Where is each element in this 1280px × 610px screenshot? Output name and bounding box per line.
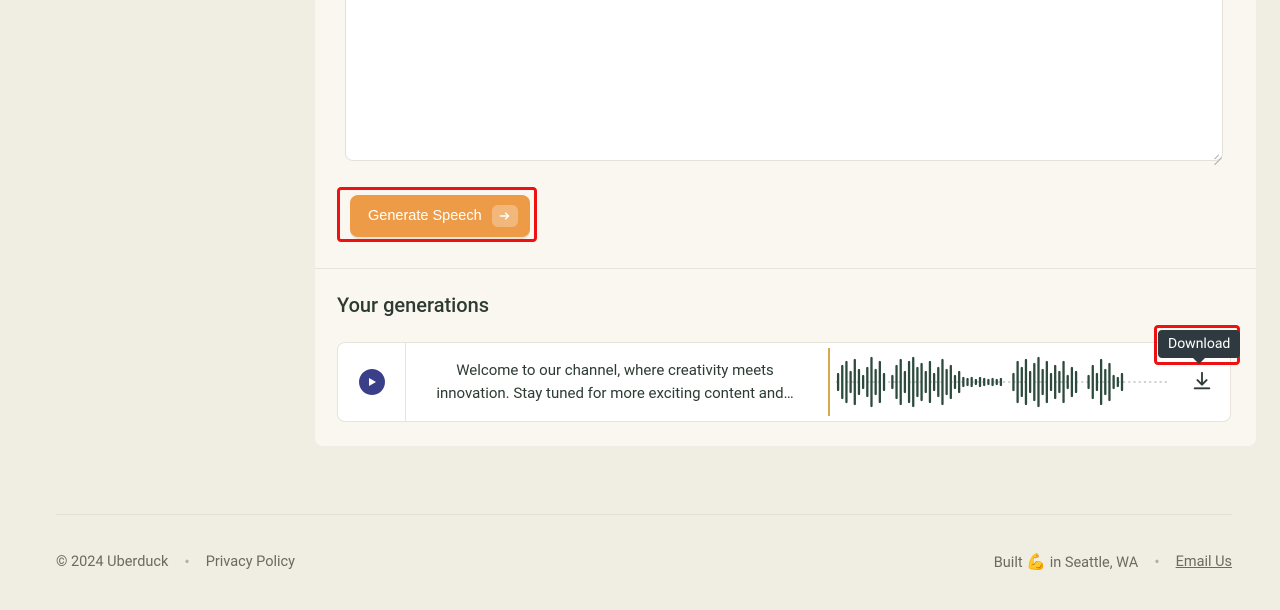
copyright-text: © 2024 Uberduck (56, 553, 168, 570)
speech-text-input[interactable] (345, 0, 1223, 161)
email-us-link[interactable]: Email Us (1176, 553, 1232, 570)
waveform-position-marker (828, 348, 830, 416)
play-button[interactable] (359, 369, 385, 395)
built-in-text: Built 💪 in Seattle, WA (994, 552, 1138, 571)
generations-heading: Your generations (337, 293, 489, 317)
flex-emoji-icon: 💪 (1026, 552, 1046, 571)
separator-dot: • (184, 554, 189, 570)
section-divider (315, 268, 1256, 269)
footer-divider (56, 514, 1232, 515)
footer: © 2024 Uberduck • Privacy Policy Built 💪… (56, 552, 1232, 571)
generation-text: Welcome to our channel, where creativity… (406, 343, 824, 421)
generation-card: Welcome to our channel, where creativity… (337, 342, 1231, 422)
separator-dot: • (1154, 554, 1159, 570)
arrow-right-icon (492, 205, 518, 227)
play-icon (367, 377, 377, 387)
generate-speech-button[interactable]: Generate Speech (350, 195, 530, 237)
waveform-svg (836, 352, 1170, 412)
download-icon (1191, 370, 1213, 392)
waveform[interactable] (824, 343, 1174, 421)
generate-speech-label: Generate Speech (368, 208, 482, 224)
privacy-policy-link[interactable]: Privacy Policy (206, 553, 295, 570)
download-button[interactable] (1185, 364, 1219, 401)
play-cell (338, 343, 406, 421)
download-cell (1174, 343, 1230, 421)
